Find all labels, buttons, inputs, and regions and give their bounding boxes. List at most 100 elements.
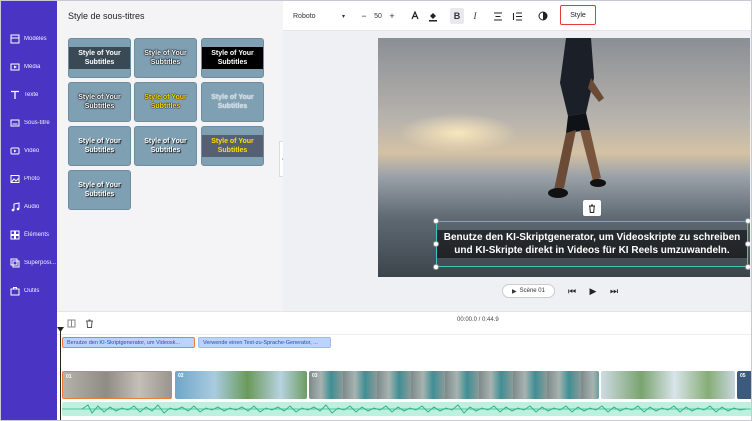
italic-toggle[interactable]: I (468, 8, 482, 24)
trash-icon (589, 204, 595, 213)
sidebar-item-media[interactable]: Média (1, 54, 57, 80)
preview-stage: Benutze den KI-Skriptgenerator, um Video… (283, 31, 751, 311)
next-scene-button[interactable]: ⏭ (607, 284, 621, 298)
font-family-select[interactable]: Roboto ▾ (289, 8, 349, 24)
audio-icon (11, 202, 20, 212)
resize-handle[interactable] (745, 218, 750, 224)
opacity-button[interactable] (536, 8, 550, 24)
sidebar-item-label: Photo (24, 176, 40, 182)
overlay-icon (10, 258, 20, 268)
resize-handle[interactable] (745, 264, 750, 270)
video-preview[interactable]: Benutze den KI-Skriptgenerator, um Video… (378, 38, 750, 277)
subtitle-style-panel: Style de sous-titres Style of Your Subti… (57, 1, 283, 311)
scene-selector-button[interactable]: ▶ Scène 01 (502, 284, 555, 298)
line-spacing-icon (512, 11, 522, 21)
subtitle-text[interactable]: Benutze den KI-Skriptgenerator, um Video… (437, 230, 747, 258)
subtitle-style-tile[interactable]: Style of Your Subtitles (68, 126, 131, 166)
photo-icon (10, 175, 20, 183)
skip-forward-icon: ⏭ (609, 285, 619, 296)
video-icon (10, 147, 20, 155)
subtitle-style-tile[interactable]: Style of Your Subtitles (201, 38, 264, 78)
audio-waveform-track[interactable] (62, 402, 751, 416)
highlight-color-button[interactable] (426, 8, 440, 24)
timeline-ruler[interactable] (57, 329, 751, 335)
sidebar-item-audio[interactable]: Audio (1, 194, 57, 220)
sidebar-item-video[interactable]: Vidéo (1, 138, 57, 164)
chevron-down-icon: ▾ (341, 13, 345, 20)
font-size-value[interactable]: 50 (371, 8, 385, 24)
video-clip[interactable]: 02 (175, 371, 307, 399)
resize-handle[interactable] (433, 218, 439, 224)
sidebar-item-label: Outils (24, 288, 40, 294)
timeline: 00:00.0 / 0:44.9 Benutze den KI-Skriptge… (57, 311, 751, 420)
video-clip[interactable]: 03 (309, 371, 599, 399)
subtitle-selection-box[interactable]: Benutze den KI-Skriptgenerator, um Video… (433, 218, 750, 270)
resize-handle[interactable] (433, 264, 439, 270)
subtitle-style-tile[interactable]: Style of Your Subtitles (201, 126, 264, 166)
sidebar-item-outils[interactable]: Outils (1, 278, 57, 304)
align-center-icon (494, 11, 502, 21)
sidebar-item-elements[interactable]: Éléments (1, 222, 57, 248)
play-icon: ▶ (512, 288, 517, 295)
elements-icon (10, 230, 20, 240)
sunset-glow (398, 113, 518, 153)
subtitle-style-tile[interactable]: Style of Your Subtitles (134, 82, 197, 122)
subtitle-track-item[interactable]: Verwende einen Text-zu-Sprache-Generator… (198, 337, 331, 348)
sidebar-item-photo[interactable]: Photo (1, 166, 57, 192)
video-clip[interactable]: 05 (737, 371, 751, 399)
play-button[interactable]: ▶ (586, 284, 600, 298)
text-color-icon (411, 10, 419, 19)
subtitle-style-tile[interactable]: Style of Your Subtitles (68, 38, 131, 78)
text-color-button[interactable] (408, 8, 422, 24)
fill-bucket-icon (429, 12, 437, 21)
subtitle-chip-label: Benutze den KI-Skriptgenerator, um Video… (67, 339, 181, 346)
bold-toggle[interactable]: B (450, 8, 464, 24)
tile-label: Style of Your Subtitles (78, 182, 121, 198)
previous-scene-button[interactable]: ⏮ (565, 284, 579, 298)
sidebar-item-modeles[interactable]: Modèles (1, 26, 57, 52)
line-spacing-button[interactable] (510, 8, 524, 24)
sidebar-nav: Modèles Média Texte Sous-titre Vidéo Pho… (1, 1, 57, 420)
text-toolbar: Roboto ▾ − 50 + B I Style (283, 1, 751, 31)
video-clip[interactable] (601, 371, 735, 399)
tile-label: Style of Your Subtitles (69, 47, 130, 69)
sidebar-item-label: Média (24, 64, 41, 70)
tools-icon (10, 287, 20, 296)
resize-handle[interactable] (745, 241, 750, 247)
sidebar-item-superposition[interactable]: Superposi... (1, 250, 57, 276)
sidebar-item-label: Vidéo (24, 148, 40, 154)
video-clip[interactable]: 01 (62, 371, 172, 399)
delete-subtitle-button[interactable] (583, 200, 601, 216)
sidebar-item-texte[interactable]: Texte (1, 82, 57, 108)
tile-label: Style of Your Subtitles (144, 138, 187, 154)
subtitle-style-tile[interactable]: Style of Your Subtitles (134, 38, 197, 78)
style-button[interactable]: Style (560, 5, 596, 25)
font-size-increase-button[interactable]: + (387, 8, 397, 24)
time-readout: 00:00.0 / 0:44.9 (457, 317, 499, 323)
subtitle-track-item[interactable]: Benutze den KI-Skriptgenerator, um Video… (62, 337, 195, 348)
waveform-graphic (62, 404, 751, 414)
template-icon (10, 34, 20, 44)
subtitle-style-tile[interactable]: Style of Your Subtitles (201, 82, 264, 122)
sidebar-item-label: Superposi... (24, 260, 57, 266)
tile-label: Style of Your Subtitles (202, 47, 263, 69)
resize-handle[interactable] (433, 241, 439, 247)
sidebar-item-label: Sous-titre (24, 120, 50, 126)
subtitle-style-tile[interactable]: Style of Your Subtitles (68, 170, 131, 210)
subtitle-style-tile[interactable]: Style of Your Subtitles (134, 126, 197, 166)
runner-figure (548, 38, 606, 198)
sidebar-item-label: Modèles (24, 36, 47, 42)
tile-label: Style of Your Subtitles (144, 50, 187, 66)
tile-label: Style of Your Subtitles (211, 94, 254, 110)
subtitle-icon (10, 119, 20, 127)
editor-app: Modèles Média Texte Sous-titre Vidéo Pho… (0, 0, 752, 421)
sidebar-item-sous-titre[interactable]: Sous-titre (1, 110, 57, 136)
font-size-decrease-button[interactable]: − (359, 8, 369, 24)
panel-title: Style de sous-titres (68, 11, 145, 21)
playhead[interactable] (60, 327, 61, 420)
split-button[interactable] (67, 315, 77, 328)
subtitle-style-tile[interactable]: Style of Your Subtitles (68, 82, 131, 122)
delete-clip-button[interactable] (85, 315, 95, 328)
align-center-button[interactable] (491, 8, 505, 24)
sidebar-item-label: Texte (24, 92, 39, 98)
